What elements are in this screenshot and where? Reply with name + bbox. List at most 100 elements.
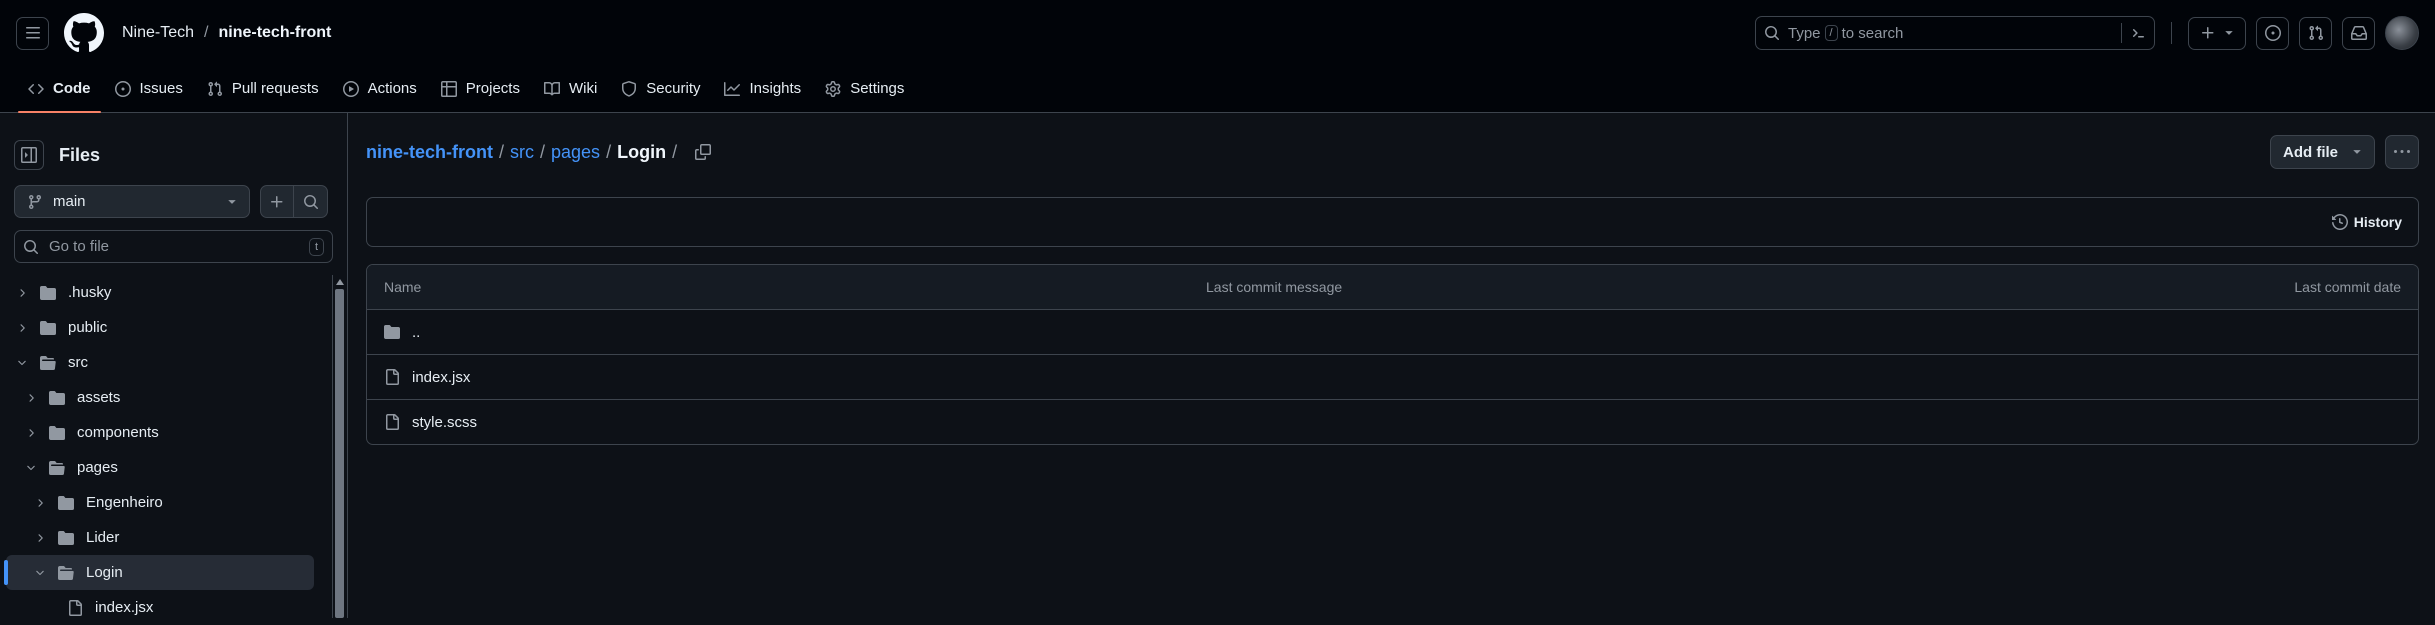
folder-icon bbox=[40, 285, 56, 301]
tab-settings[interactable]: Settings bbox=[815, 65, 914, 112]
tree-item-husky[interactable]: .husky bbox=[0, 275, 332, 310]
search-icon bbox=[24, 239, 38, 254]
file-icon bbox=[67, 599, 83, 616]
tree-item-pages[interactable]: pages bbox=[0, 450, 332, 485]
chevron-right-icon[interactable] bbox=[23, 427, 39, 439]
tree-scrollbar[interactable] bbox=[332, 275, 346, 618]
tree-item-public[interactable]: public bbox=[0, 310, 332, 345]
tree-item-label: assets bbox=[77, 389, 121, 406]
copy-icon bbox=[695, 144, 712, 160]
add-file-dropdown-button[interactable]: Add file bbox=[2270, 135, 2375, 169]
repo-link[interactable]: nine-tech-front bbox=[218, 24, 331, 42]
app-header: Nine-Tech / nine-tech-front Type / to se… bbox=[0, 0, 2435, 113]
history-link[interactable]: History bbox=[2331, 214, 2402, 230]
issue-opened-icon bbox=[2264, 25, 2281, 41]
pull-request-icon bbox=[207, 81, 223, 97]
column-header-last-commit-date: Last commit date bbox=[2294, 279, 2401, 295]
issues-button[interactable] bbox=[2256, 16, 2289, 50]
tab-code[interactable]: Code bbox=[18, 65, 101, 113]
triangle-down-icon bbox=[2353, 150, 2361, 154]
folder-icon bbox=[49, 425, 65, 441]
search-files-button[interactable] bbox=[294, 185, 328, 218]
github-logo-icon[interactable] bbox=[64, 13, 104, 53]
file-row[interactable]: style.scss bbox=[367, 399, 2418, 444]
collapse-sidebar-button[interactable] bbox=[14, 140, 44, 170]
hamburger-icon bbox=[25, 27, 40, 39]
chevron-right-icon[interactable] bbox=[14, 287, 30, 299]
scroll-up-arrow-icon[interactable] bbox=[335, 279, 344, 285]
tree-item-lider[interactable]: Lider bbox=[0, 520, 332, 555]
breadcrumb-current: Login bbox=[617, 141, 667, 162]
sidebar-collapse-icon bbox=[21, 147, 37, 163]
chevron-right-icon[interactable] bbox=[14, 322, 30, 334]
triangle-down-icon bbox=[2225, 31, 2233, 35]
chevron-down-icon[interactable] bbox=[14, 357, 30, 369]
chevron-right-icon[interactable] bbox=[32, 532, 48, 544]
user-avatar[interactable] bbox=[2385, 16, 2419, 50]
branch-selector[interactable]: main bbox=[14, 185, 250, 218]
tree-item-assets[interactable]: assets bbox=[0, 380, 332, 415]
tab-projects[interactable]: Projects bbox=[431, 65, 530, 112]
chevron-down-icon[interactable] bbox=[32, 567, 48, 579]
tab-issues-label: Issues bbox=[139, 80, 183, 97]
tree-item-engenheiro[interactable]: Engenheiro bbox=[0, 485, 332, 520]
breadcrumb-root-link[interactable]: nine-tech-front bbox=[366, 142, 493, 163]
tab-insights-label: Insights bbox=[749, 80, 802, 97]
go-to-file-placeholder: Go to file bbox=[49, 238, 110, 255]
tab-issues[interactable]: Issues bbox=[105, 65, 193, 112]
tab-insights[interactable]: Insights bbox=[714, 65, 811, 112]
file-icon bbox=[384, 414, 400, 430]
command-palette-button[interactable] bbox=[2121, 23, 2146, 43]
chevron-down-icon[interactable] bbox=[23, 462, 39, 474]
breadcrumb-link-pages[interactable]: pages bbox=[551, 142, 600, 163]
file-row[interactable]: index.jsx bbox=[367, 354, 2418, 399]
copy-path-button[interactable] bbox=[695, 144, 712, 160]
file-tree: .husky public src assets components pages Enge… bbox=[0, 275, 332, 625]
chevron-right-icon[interactable] bbox=[23, 392, 39, 404]
tab-wiki[interactable]: Wiki bbox=[534, 65, 607, 112]
file-icon bbox=[384, 369, 400, 385]
table-icon bbox=[440, 80, 457, 97]
add-file-label: Add file bbox=[2283, 143, 2338, 161]
file-tree-sidebar: Files main Go to file t .husky public src a… bbox=[0, 113, 348, 618]
create-new-button[interactable] bbox=[2188, 16, 2246, 50]
pull-requests-button[interactable] bbox=[2299, 16, 2332, 50]
tree-item-label: public bbox=[68, 319, 108, 336]
global-search[interactable]: Type / to search bbox=[1755, 16, 2155, 50]
tree-item-components[interactable]: components bbox=[0, 415, 332, 450]
go-to-file-input[interactable]: Go to file t bbox=[14, 230, 333, 263]
column-header-name: Name bbox=[384, 279, 422, 295]
tree-item-label: .husky bbox=[68, 284, 112, 301]
tab-pull-requests[interactable]: Pull requests bbox=[197, 65, 329, 112]
breadcrumb-separator: / bbox=[498, 141, 504, 162]
inbox-button[interactable] bbox=[2342, 16, 2375, 50]
tree-item-login[interactable]: Login bbox=[4, 555, 314, 590]
breadcrumb-link-src[interactable]: src bbox=[510, 142, 534, 163]
owner-link[interactable]: Nine-Tech bbox=[122, 24, 194, 42]
file-name-link[interactable]: style.scss bbox=[412, 414, 477, 431]
tab-wiki-label: Wiki bbox=[568, 80, 598, 97]
tree-item-label: Engenheiro bbox=[86, 494, 163, 511]
chevron-right-icon[interactable] bbox=[32, 497, 48, 509]
branch-name: main bbox=[53, 193, 86, 210]
tree-item-index-jsx[interactable]: index.jsx bbox=[0, 590, 332, 625]
shield-icon bbox=[621, 80, 637, 97]
file-name-link[interactable]: index.jsx bbox=[412, 369, 470, 386]
breadcrumb-separator: / bbox=[606, 141, 612, 162]
tab-actions[interactable]: Actions bbox=[333, 65, 427, 112]
scrollbar-thumb[interactable] bbox=[335, 289, 344, 618]
triangle-down-icon bbox=[228, 199, 236, 204]
file-row[interactable]: .. bbox=[367, 309, 2418, 354]
issue-icon bbox=[114, 80, 131, 97]
file-name-link[interactable]: .. bbox=[412, 324, 420, 341]
menu-button[interactable] bbox=[16, 16, 49, 50]
more-options-button[interactable] bbox=[2385, 135, 2419, 169]
tree-item-label: pages bbox=[77, 459, 118, 476]
breadcrumb-separator: / bbox=[672, 141, 678, 162]
tree-item-src[interactable]: src bbox=[0, 345, 332, 380]
latest-commit-bar: History bbox=[366, 197, 2419, 247]
add-file-button[interactable] bbox=[260, 185, 294, 218]
plus-icon bbox=[2202, 27, 2214, 39]
tab-security[interactable]: Security bbox=[611, 65, 710, 112]
folder-icon bbox=[384, 324, 400, 340]
